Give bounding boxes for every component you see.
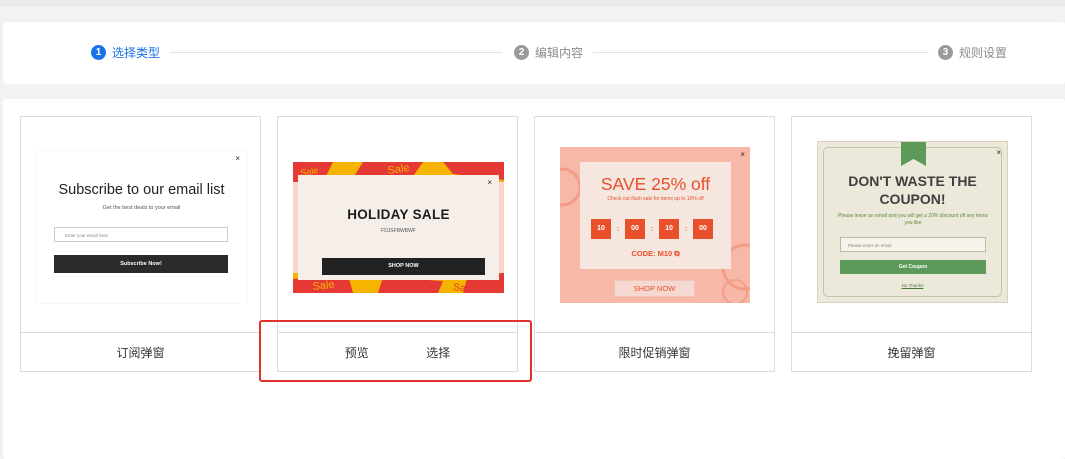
svg-text:Sale: Sale xyxy=(312,279,335,293)
step-connector xyxy=(170,52,502,53)
close-icon: × xyxy=(996,148,1001,157)
coupon-code: FDJSFBWBWF xyxy=(381,228,416,234)
timer-digit: 10 xyxy=(659,219,679,239)
top-bar xyxy=(0,0,1065,6)
subscribe-button: Subscribe Now! xyxy=(54,255,228,273)
card-footer: 订阅弹窗 xyxy=(21,332,260,371)
email-field: Please enter an email xyxy=(840,237,986,252)
timer-digit: 10 xyxy=(591,219,611,239)
popup-body: SAVE 25% off Check out flash sale for it… xyxy=(580,162,731,269)
card-footer: 限时促销弹窗 xyxy=(535,332,774,371)
highlight-annotation xyxy=(259,320,532,382)
timer-digit: 00 xyxy=(693,219,713,239)
step-number: 1 xyxy=(91,45,106,60)
popup-title: SAVE 25% off xyxy=(600,174,711,194)
subscribe-popup-preview: × Subscribe to our email list Get the be… xyxy=(36,151,247,303)
step-label: 规则设置 xyxy=(959,46,1008,60)
title-line: COUPON! xyxy=(879,191,946,207)
steps-panel: 1 选择类型 2 编辑内容 3 规则设置 xyxy=(3,22,1065,84)
step-label: 选择类型 xyxy=(112,46,161,60)
flash-sale-popup-preview: × SAVE 25% off Check out flash sale for … xyxy=(560,147,750,303)
get-coupon-button: Get Coupon xyxy=(840,260,986,274)
close-icon: × xyxy=(487,178,492,187)
retention-popup-preview: × DON'T WASTE THE COUPON! Please leave a… xyxy=(817,141,1008,303)
step-number: 2 xyxy=(514,45,529,60)
popup-body: × HOLIDAY SALE FDJSFBWBWF SHOP NOW xyxy=(298,175,499,280)
popup-subtitle: Please leave an email and you will get a… xyxy=(838,213,988,226)
step-label: 编辑内容 xyxy=(535,46,584,60)
svg-text:Sale: Sale xyxy=(453,282,474,293)
template-card-flash-sale[interactable]: × SAVE 25% off Check out flash sale for … xyxy=(534,116,775,372)
email-field: Enter your email here xyxy=(54,227,228,242)
step-select-type[interactable]: 1 选择类型 xyxy=(91,44,160,61)
template-preview: × DON'T WASTE THE COUPON! Please leave a… xyxy=(792,117,1031,332)
step-connector xyxy=(593,52,929,53)
popup-title: HOLIDAY SALE xyxy=(347,207,450,222)
ribbon-icon xyxy=(901,142,926,166)
step-rule-settings[interactable]: 3 规则设置 xyxy=(938,44,1007,61)
card-label: 限时促销弹窗 xyxy=(618,345,691,360)
step-number: 3 xyxy=(938,45,953,60)
shop-now-button: SHOP NOW xyxy=(322,258,485,275)
step-edit-content[interactable]: 2 编辑内容 xyxy=(514,44,583,61)
close-icon: × xyxy=(740,150,745,159)
countdown-timer: 10 : 00 : 10 : 00 xyxy=(591,219,713,239)
card-footer: 挽留弹窗 xyxy=(792,332,1031,371)
popup-subtitle: Check out flash sale for items up to 10%… xyxy=(607,196,704,202)
card-label: 挽留弹窗 xyxy=(887,345,936,360)
holiday-popup-preview: Sale Sale Sale Sale × HOLIDAY SALE FDJSF… xyxy=(293,162,504,293)
template-preview: × SAVE 25% off Check out flash sale for … xyxy=(535,117,774,332)
template-card-subscribe[interactable]: × Subscribe to our email list Get the be… xyxy=(20,116,261,372)
no-thanks-link: No Thanks xyxy=(901,283,924,288)
template-card-retention[interactable]: × DON'T WASTE THE COUPON! Please leave a… xyxy=(791,116,1032,372)
title-line: DON'T WASTE THE xyxy=(848,173,977,189)
shop-now-button: SHOP NOW xyxy=(614,280,695,297)
coupon-code: CODE: M10 ⧉ xyxy=(631,249,680,258)
popup-title: DON'T WASTE THE COUPON! xyxy=(818,172,1007,208)
close-icon: × xyxy=(235,154,240,163)
card-label: 订阅弹窗 xyxy=(116,345,165,360)
popup-title: Subscribe to our email list xyxy=(58,182,225,198)
timer-digit: 00 xyxy=(625,219,645,239)
template-preview: × Subscribe to our email list Get the be… xyxy=(21,117,260,332)
template-preview: Sale Sale Sale Sale × HOLIDAY SALE FDJSF… xyxy=(278,117,517,332)
popup-subtitle: Get the best deals to your email xyxy=(102,205,181,211)
